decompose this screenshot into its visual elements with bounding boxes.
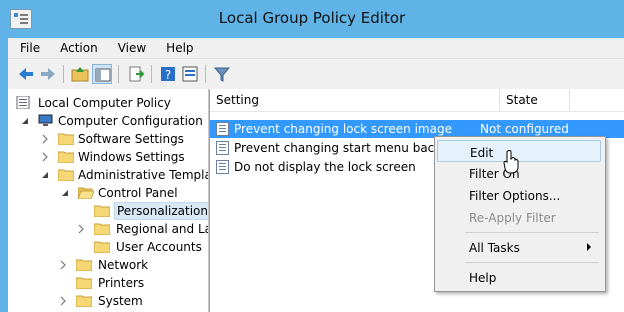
tree-label: Network: [98, 258, 149, 272]
folder-icon: [94, 241, 110, 253]
svg-text:?: ?: [165, 68, 171, 82]
folder-icon: [58, 133, 74, 145]
collapsed-arrow-icon[interactable]: [58, 260, 68, 270]
menu-item-label: Filter Options...: [469, 189, 561, 203]
context-menu: Edit Filter On Filter Options... Re-Appl…: [434, 136, 606, 292]
filter-icon[interactable]: [212, 64, 232, 84]
toolbar: ?: [8, 58, 624, 90]
properties-icon[interactable]: [180, 64, 200, 84]
context-menu-filter-on[interactable]: Filter On: [437, 162, 601, 184]
setting-name: Do not display the lock screen: [234, 160, 416, 174]
column-header-state[interactable]: State: [500, 89, 570, 111]
folder-open-icon: [78, 187, 94, 199]
folder-icon: [58, 151, 74, 163]
expanded-arrow-icon[interactable]: [60, 188, 70, 198]
context-menu-edit[interactable]: Edit: [437, 140, 601, 162]
context-menu-reapply-filter: Re-Apply Filter: [437, 206, 601, 228]
tree-label: Local Computer Policy: [38, 96, 171, 110]
tree-label: User Accounts: [116, 240, 202, 254]
folder-icon: [58, 169, 74, 181]
export-list-icon[interactable]: [126, 64, 146, 84]
menu-bar: File Action View Help: [8, 38, 624, 58]
expanded-arrow-icon[interactable]: [20, 116, 30, 126]
menu-view[interactable]: View: [106, 41, 154, 55]
toolbar-separator: [151, 65, 152, 83]
folder-icon: [94, 223, 110, 235]
window-title: Local Group Policy Editor: [218, 9, 406, 27]
tree-label: Software Settings: [78, 132, 184, 146]
tree-label: Computer Configuration: [58, 114, 203, 128]
hand-pointer-cursor-icon: [503, 150, 519, 174]
tree-pane[interactable]: Local Computer Policy Computer Configura…: [8, 89, 209, 312]
tree-label: Regional and Language: [116, 222, 208, 236]
back-arrow-icon[interactable]: [16, 64, 36, 84]
collapsed-arrow-icon[interactable]: [76, 224, 86, 234]
title-bar: Local Group Policy Editor: [0, 0, 624, 38]
help-icon[interactable]: ?: [158, 64, 178, 84]
context-menu-filter-options[interactable]: Filter Options...: [437, 184, 601, 206]
tree-label: Windows Settings: [78, 150, 185, 164]
setting-name: Prevent changing lock screen image: [234, 122, 452, 136]
expanded-arrow-icon[interactable]: [40, 170, 50, 180]
folder-icon: [76, 277, 92, 289]
list-header: Setting State: [210, 89, 624, 112]
menu-action[interactable]: Action: [48, 41, 106, 55]
forward-arrow-icon[interactable]: [38, 64, 58, 84]
tree-label: Administrative Templates: [78, 168, 208, 182]
collapsed-arrow-icon[interactable]: [58, 296, 68, 306]
menu-file[interactable]: File: [8, 41, 48, 55]
setting-state: Not configured: [480, 122, 569, 136]
policy-setting-icon: [216, 160, 229, 174]
up-folder-icon[interactable]: [70, 64, 90, 84]
menu-item-label: Edit: [470, 146, 494, 160]
menu-item-label: All Tasks: [469, 241, 520, 255]
folder-icon: [76, 295, 92, 307]
computer-policy-icon: [16, 96, 30, 109]
computer-icon: [38, 114, 53, 126]
toolbar-separator: [205, 65, 206, 83]
column-header-setting[interactable]: Setting: [210, 89, 500, 111]
tree-label: Control Panel: [98, 186, 178, 200]
policy-setting-icon: [216, 141, 229, 155]
tree-label: Personalization: [114, 202, 208, 220]
policy-setting-icon: [216, 122, 229, 136]
collapsed-arrow-icon[interactable]: [40, 134, 50, 144]
menu-separator: [465, 232, 599, 233]
menu-item-label: Help: [469, 271, 497, 285]
menu-help[interactable]: Help: [154, 41, 201, 55]
menu-separator: [465, 262, 599, 263]
show-hide-tree-icon[interactable]: [92, 64, 112, 84]
menu-item-label: Re-Apply Filter: [469, 211, 556, 225]
tree-label: System: [98, 294, 143, 308]
toolbar-separator: [63, 65, 64, 83]
folder-icon: [94, 205, 110, 217]
folder-icon: [76, 259, 92, 271]
tree-label: Printers: [98, 276, 145, 290]
submenu-arrow-icon: [587, 243, 591, 251]
toolbar-separator: [118, 65, 119, 83]
context-menu-all-tasks[interactable]: All Tasks: [437, 236, 601, 258]
collapsed-arrow-icon[interactable]: [40, 152, 50, 162]
context-menu-help[interactable]: Help: [437, 266, 601, 288]
